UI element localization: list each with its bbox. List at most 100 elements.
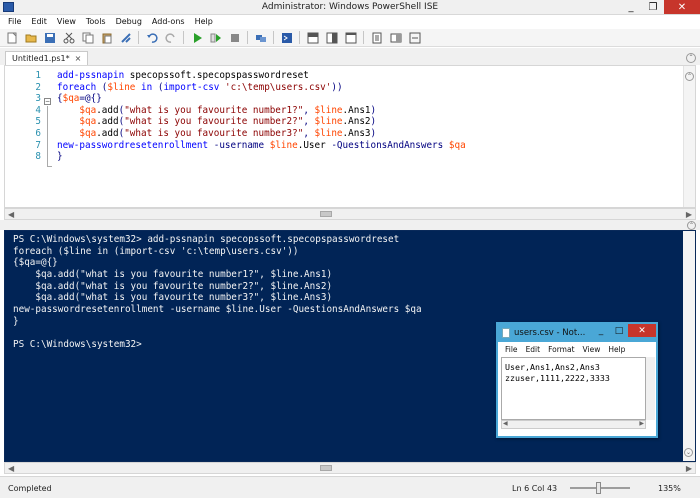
title-bar: Administrator: Windows PowerShell ISE _ … [0, 0, 700, 15]
notepad-text-area[interactable]: User,Ans1,Ans2,Ans3 zzuser,1111,2222,333… [501, 357, 646, 420]
notepad-icon [502, 328, 510, 338]
status-bar: Completed Ln 6 Col 43 135% [0, 476, 700, 498]
code-line: $qa.add("what is you favourite number1?"… [79, 104, 377, 116]
layout-top-icon[interactable] [306, 31, 320, 45]
menu-help[interactable]: Help [190, 16, 218, 29]
tab-strip: Untitled1.ps1* × ⌃ [0, 48, 700, 65]
copy-icon[interactable] [81, 31, 95, 45]
code-line: $qa.add("what is you favourite number3?"… [79, 127, 377, 139]
show-commands-icon[interactable] [370, 31, 384, 45]
code-line: $qa.add("what is you favourite number2?"… [79, 116, 377, 128]
scroll-left-icon[interactable]: ◀ [8, 464, 14, 473]
cut-icon[interactable] [62, 31, 76, 45]
tab-close-icon[interactable]: × [75, 54, 82, 63]
scroll-right-icon[interactable]: ▶ [639, 420, 644, 427]
run-selection-icon[interactable] [209, 31, 223, 45]
notepad-menu-format[interactable]: Format [544, 342, 578, 357]
code-line: add-pssnapin specopssoft.specopspassword… [57, 70, 309, 81]
notepad-menu-view[interactable]: View [579, 342, 605, 357]
stop-icon[interactable] [228, 31, 242, 45]
console-line: $qa.add("what is you favourite number3?"… [13, 292, 333, 304]
remote-icon[interactable] [254, 31, 268, 45]
notepad-line: zzuser,1111,2222,3333 [505, 373, 610, 383]
fold-guide [47, 106, 48, 166]
code-line: } [57, 151, 63, 163]
layout-max-icon[interactable] [344, 31, 358, 45]
scroll-right-icon[interactable]: ▶ [686, 210, 692, 219]
notepad-horizontal-scrollbar[interactable]: ◀ ▶ [501, 420, 646, 429]
console-horizontal-scrollbar[interactable]: ◀ ▶ [4, 462, 696, 474]
menu-addons[interactable]: Add-ons [147, 16, 190, 29]
menu-file[interactable]: File [3, 16, 26, 29]
paste-icon[interactable] [100, 31, 114, 45]
console-vertical-scrollbar[interactable]: ⌄ [683, 231, 695, 461]
editor-vertical-scrollbar[interactable]: ⌃ [683, 66, 695, 207]
menu-bar: File Edit View Tools Debug Add-ons Help [0, 16, 700, 29]
open-icon[interactable] [24, 31, 38, 45]
notepad-menu-help[interactable]: Help [604, 342, 629, 357]
notepad-minimize-button[interactable]: _ [592, 324, 610, 337]
toolbar-separator [273, 31, 274, 44]
window-title: Administrator: Windows PowerShell ISE [261, 2, 439, 12]
notepad-maximize-button[interactable]: □ [610, 324, 628, 337]
toolbar-separator [363, 31, 364, 44]
status-text: Completed [8, 484, 52, 493]
new-file-icon[interactable] [5, 31, 19, 45]
scroll-thumb[interactable] [320, 465, 332, 471]
console-line: new-passwordresetenrollment -username $l… [13, 304, 422, 316]
scroll-right-icon[interactable]: ▶ [686, 464, 692, 473]
expand-icon[interactable] [408, 31, 422, 45]
cursor-position: Ln 6 Col 43 [512, 484, 558, 493]
line-number-gutter: 1 2 3 4 5 6 7 8 [5, 70, 43, 163]
powershell-icon[interactable] [280, 31, 294, 45]
menu-debug[interactable]: Debug [111, 16, 147, 29]
chevron-up-icon[interactable]: ⌃ [686, 53, 696, 63]
line-number: 2 [35, 81, 41, 93]
tab-untitled1[interactable]: Untitled1.ps1* × [5, 51, 89, 65]
save-icon[interactable] [43, 31, 57, 45]
menu-view[interactable]: View [52, 16, 81, 29]
line-number: 1 [35, 70, 41, 81]
line-number: 5 [35, 116, 41, 128]
code-line: foreach ($line in (import-csv 'c:\temp\u… [57, 81, 343, 93]
toolbar-separator [183, 31, 184, 44]
pane-splitter[interactable]: ⌃ [0, 220, 700, 230]
toolbar-separator [299, 31, 300, 44]
layout-right-icon[interactable] [325, 31, 339, 45]
code-line: new-passwordresetenrollment -username $l… [57, 139, 466, 151]
run-icon[interactable] [190, 31, 204, 45]
editor-horizontal-scrollbar[interactable]: ◀ ▶ [4, 208, 696, 220]
notepad-menu-bar: File Edit Format View Help [498, 342, 656, 357]
scroll-left-icon[interactable]: ◀ [8, 210, 14, 219]
scroll-thumb[interactable] [320, 211, 332, 217]
chevron-up-icon[interactable]: ⌃ [685, 72, 694, 81]
toolbar-separator [138, 31, 139, 44]
zoom-level: 135% [658, 484, 681, 493]
menu-edit[interactable]: Edit [26, 16, 52, 29]
notepad-close-button[interactable]: ✕ [628, 324, 656, 337]
addons-icon[interactable] [389, 31, 403, 45]
console-prompt[interactable]: PS C:\Windows\system32> [13, 339, 422, 351]
menu-tools[interactable]: Tools [81, 16, 111, 29]
chevron-up-icon[interactable]: ⌃ [687, 221, 696, 230]
notepad-title-bar[interactable]: users.csv - Not... _ □ ✕ [498, 324, 656, 342]
chevron-down-icon[interactable]: ⌄ [684, 448, 693, 457]
notepad-window[interactable]: users.csv - Not... _ □ ✕ File Edit Forma… [496, 322, 658, 438]
notepad-menu-file[interactable]: File [501, 342, 522, 357]
close-button[interactable]: ✕ [664, 0, 700, 14]
collapse-toggle-icon[interactable]: − [44, 98, 51, 105]
notepad-menu-edit[interactable]: Edit [522, 342, 545, 357]
notepad-vertical-scrollbar[interactable] [646, 357, 655, 420]
minimize-button[interactable]: _ [620, 0, 642, 14]
console-line: $qa.add("what is you favourite number2?"… [13, 280, 333, 292]
clear-icon[interactable] [119, 31, 133, 45]
toolbar-separator [247, 31, 248, 44]
toolbar [0, 29, 700, 47]
restore-button[interactable]: ❐ [642, 0, 664, 14]
scroll-left-icon[interactable]: ◀ [503, 420, 508, 427]
script-editor[interactable]: 1 2 3 4 5 6 7 8 − add-pssnapin specopsso… [4, 65, 696, 208]
redo-icon[interactable] [164, 31, 178, 45]
zoom-slider-thumb[interactable] [596, 482, 601, 494]
undo-icon[interactable] [145, 31, 159, 45]
